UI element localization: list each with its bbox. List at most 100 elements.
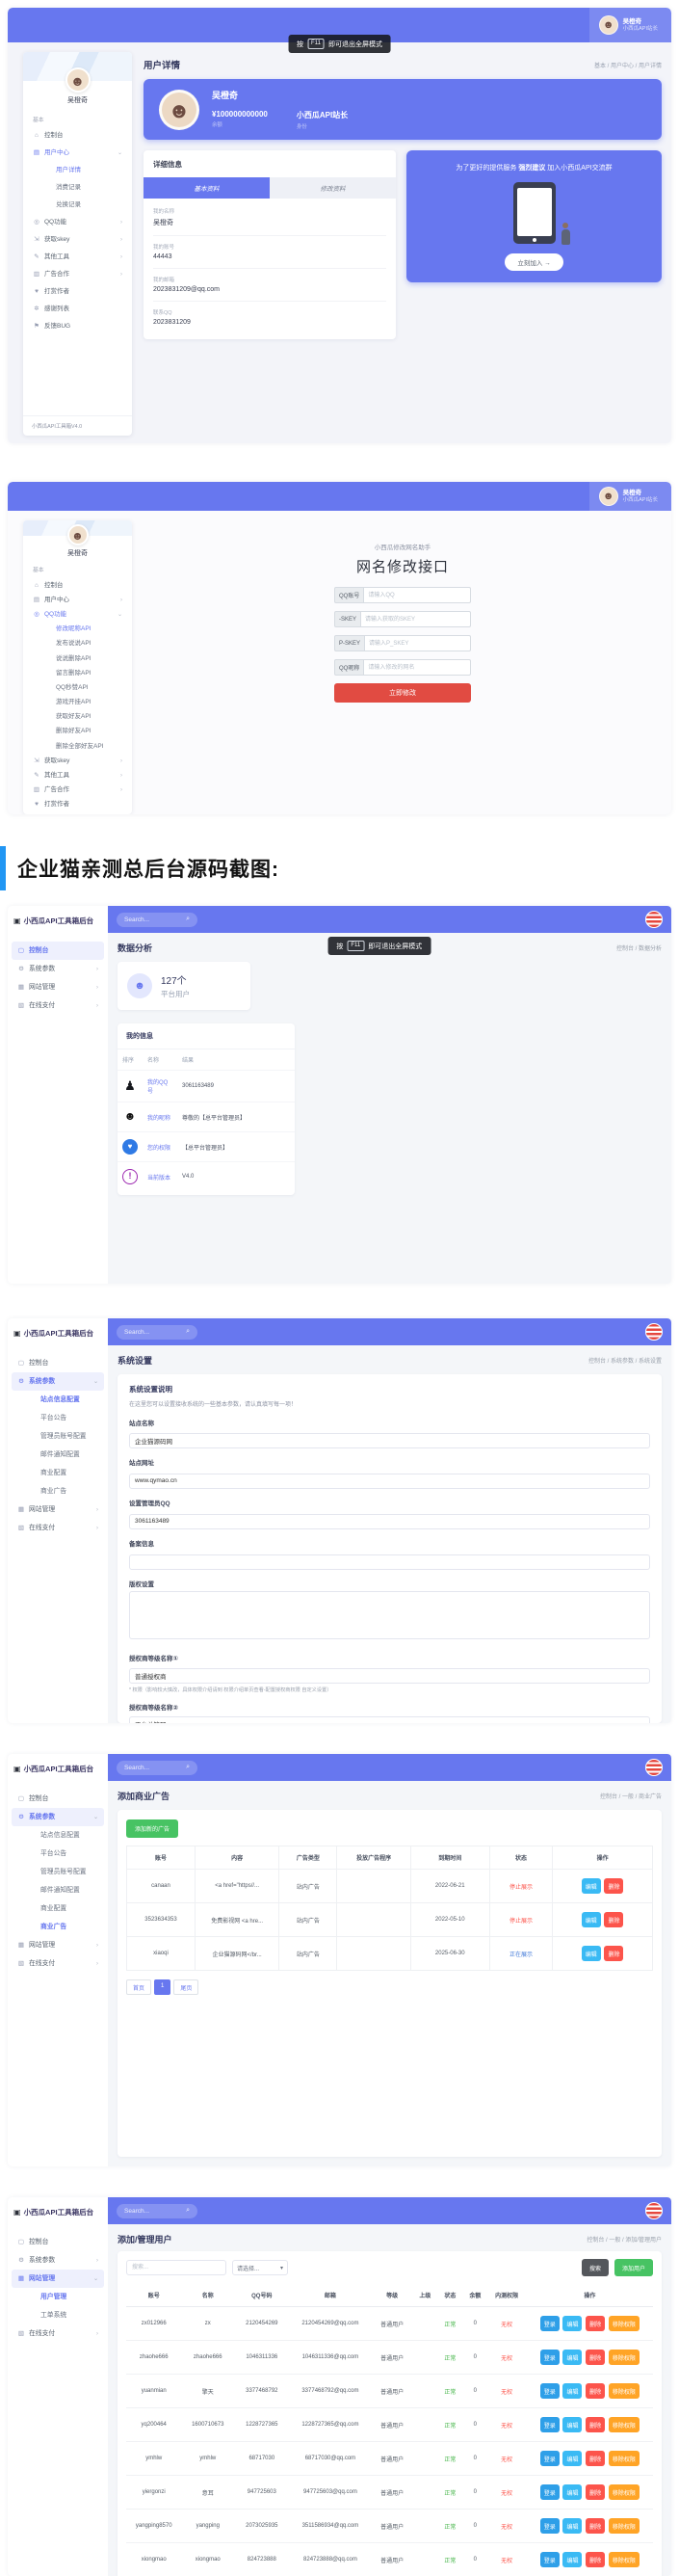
sidebar-item[interactable]: ♥ 打赏作者 bbox=[23, 798, 132, 812]
admin-menu-item[interactable]: 站点信息配置 bbox=[12, 1391, 104, 1409]
sidebar-item[interactable]: ✎ 其他工具 › bbox=[23, 768, 132, 783]
sidebar-item[interactable]: 消费记录 bbox=[23, 179, 132, 197]
sidebar-item[interactable]: 游戏开挂API bbox=[23, 696, 132, 710]
tab-edit-info[interactable]: 修改资料 bbox=[270, 177, 396, 199]
breadcrumb[interactable]: 控制台 / 一般 / 添加/管理用户 bbox=[587, 2235, 662, 2244]
revoke-permission-button[interactable]: 移除权限 bbox=[609, 2484, 640, 2500]
form-text-input[interactable] bbox=[363, 659, 471, 676]
edit-button[interactable]: 编辑 bbox=[582, 1946, 601, 1961]
sidebar-item[interactable]: ▥ 广告合作 › bbox=[23, 783, 132, 798]
login-button[interactable]: 登录 bbox=[540, 2451, 560, 2466]
tab-basic-info[interactable]: 基本资料 bbox=[144, 177, 270, 199]
admin-menu-item[interactable]: ⚙ 系统参数 ⌄ bbox=[12, 1372, 104, 1391]
admin-menu-item[interactable]: 用户管理 bbox=[12, 2288, 104, 2306]
form-text-input[interactable] bbox=[360, 611, 471, 627]
site-name-input[interactable] bbox=[129, 1433, 650, 1448]
sidebar-item[interactable]: ▤ 用户中心 ⌄ bbox=[23, 145, 132, 162]
edit-button[interactable]: 编辑 bbox=[562, 2316, 582, 2331]
delete-button[interactable]: 删除 bbox=[586, 2552, 605, 2567]
sidebar-item[interactable]: QQ秒赞API bbox=[23, 680, 132, 695]
form-text-input[interactable] bbox=[363, 587, 471, 603]
admin-menu-item[interactable]: ▦ 网站管理 › bbox=[12, 1500, 104, 1519]
sidebar-item[interactable]: 发布说说API bbox=[23, 637, 132, 651]
admin-menu-item[interactable]: 站点信息配置 bbox=[12, 1826, 104, 1845]
login-button[interactable]: 登录 bbox=[540, 2383, 560, 2399]
revoke-permission-button[interactable]: 移除权限 bbox=[609, 2350, 640, 2365]
sidebar-item[interactable]: 基本 bbox=[23, 564, 132, 578]
revoke-permission-button[interactable]: 移除权限 bbox=[609, 2417, 640, 2432]
search-input[interactable]: Search... ⌕ bbox=[117, 913, 197, 927]
add-user-button[interactable]: 添加用户 bbox=[614, 2259, 653, 2276]
admin-menu-item[interactable]: 管理员账号配置 bbox=[12, 1863, 104, 1881]
breadcrumb[interactable]: 控制台 / 系统参数 / 系统设置 bbox=[588, 1356, 662, 1365]
revoke-permission-button[interactable]: 移除权限 bbox=[609, 2383, 640, 2399]
row-name-link[interactable]: 我的QQ号 bbox=[147, 1080, 168, 1095]
navbar-user-menu[interactable]: ☻ 吴橙奇 小西瓜API站长 bbox=[589, 8, 671, 42]
copyright-textarea[interactable] bbox=[129, 1591, 650, 1639]
sidebar-item[interactable]: ◎ QQ功能 › bbox=[23, 214, 132, 231]
admin-qq-input[interactable] bbox=[129, 1514, 650, 1529]
delete-button[interactable]: 删除 bbox=[586, 2417, 605, 2432]
sidebar-item[interactable]: 说说删除API bbox=[23, 651, 132, 666]
admin-logo[interactable]: ▣ 小西瓜API工具箱后台 bbox=[8, 2197, 108, 2226]
login-button[interactable]: 登录 bbox=[540, 2552, 560, 2567]
admin-avatar[interactable] bbox=[645, 1323, 663, 1341]
admin-menu-item[interactable]: 邮件通知配置 bbox=[12, 1881, 104, 1899]
delete-button[interactable]: 删除 bbox=[604, 1878, 623, 1894]
sidebar-item[interactable]: ⌂ 控制台 bbox=[23, 578, 132, 593]
sidebar-item[interactable]: 删除好友API bbox=[23, 725, 132, 739]
admin-menu-item[interactable]: ⚙ 系统参数 ⌄ bbox=[12, 1808, 104, 1826]
admin-logo[interactable]: ▣ 小西瓜API工具箱后台 bbox=[8, 906, 108, 935]
login-button[interactable]: 登录 bbox=[540, 2350, 560, 2365]
edit-button[interactable]: 编辑 bbox=[582, 1912, 601, 1927]
admin-avatar[interactable] bbox=[645, 1759, 663, 1776]
breadcrumb[interactable]: 基本 / 用户中心 / 用户详情 bbox=[594, 61, 662, 69]
admin-menu-item[interactable]: ▢ 控制台 bbox=[12, 1354, 104, 1372]
delete-button[interactable]: 删除 bbox=[586, 2451, 605, 2466]
sidebar-item[interactable]: ▤ 用户中心 › bbox=[23, 593, 132, 607]
sidebar-item[interactable]: ⇲ 获取skey › bbox=[23, 754, 132, 768]
admin-avatar[interactable] bbox=[645, 2202, 663, 2219]
admin-menu-item[interactable]: ▦ 网站管理 › bbox=[12, 1936, 104, 1954]
delete-button[interactable]: 删除 bbox=[586, 2383, 605, 2399]
pager-first[interactable]: 首页 bbox=[126, 1979, 151, 1995]
admin-menu-item[interactable]: ▧ 在线支付 › bbox=[12, 1519, 104, 1537]
form-text-input[interactable] bbox=[364, 635, 471, 651]
admin-menu-item[interactable]: ▦ 网站管理 ⌄ bbox=[12, 2270, 104, 2288]
admin-menu-item[interactable]: ▧ 在线支付 › bbox=[12, 1954, 104, 1973]
edit-button[interactable]: 编辑 bbox=[562, 2350, 582, 2365]
admin-menu-item[interactable]: 平台公告 bbox=[12, 1409, 104, 1427]
pager-current[interactable]: 1 bbox=[154, 1979, 170, 1995]
sidebar-item[interactable]: ✎ 其他工具 › bbox=[23, 249, 132, 266]
edit-button[interactable]: 编辑 bbox=[562, 2518, 582, 2534]
search-input[interactable]: Search... ⌕ bbox=[117, 1761, 197, 1775]
sidebar-item[interactable]: 基本 bbox=[23, 111, 132, 127]
admin-menu-item[interactable]: 商业配置 bbox=[12, 1899, 104, 1918]
sidebar-item[interactable]: ▥ 广告合作 › bbox=[23, 266, 132, 283]
delete-button[interactable]: 删除 bbox=[586, 2316, 605, 2331]
login-button[interactable]: 登录 bbox=[540, 2518, 560, 2534]
breadcrumb[interactable]: 控制台 / 一般 / 商业广告 bbox=[600, 1792, 662, 1800]
edit-button[interactable]: 编辑 bbox=[562, 2383, 582, 2399]
admin-menu-item[interactable]: ▢ 控制台 bbox=[12, 1790, 104, 1808]
delete-button[interactable]: 删除 bbox=[586, 2350, 605, 2365]
filter-select[interactable]: 请选择... ▾ bbox=[232, 2260, 288, 2275]
sidebar-item[interactable]: 获取好友API bbox=[23, 710, 132, 725]
admin-menu-item[interactable]: ▢ 控制台 bbox=[12, 2233, 104, 2251]
admin-menu-item[interactable]: 邮件通知配置 bbox=[12, 1446, 104, 1464]
level2-input[interactable] bbox=[129, 1716, 650, 1723]
sidebar-item[interactable]: 修改昵称API bbox=[23, 623, 132, 637]
edit-button[interactable]: 编辑 bbox=[582, 1878, 601, 1894]
sidebar-item[interactable]: ♥ 打赏作者 bbox=[23, 283, 132, 301]
sidebar-item[interactable]: ⌂ 控制台 bbox=[23, 127, 132, 145]
delete-button[interactable]: 删除 bbox=[604, 1912, 623, 1927]
admin-menu-item[interactable]: ▧ 在线支付 › bbox=[12, 2324, 104, 2343]
sidebar-item[interactable]: 兑换记录 bbox=[23, 197, 132, 214]
level1-input[interactable] bbox=[129, 1668, 650, 1684]
sidebar-item[interactable]: 删除全部好友API bbox=[23, 739, 132, 754]
pager-last[interactable]: 尾页 bbox=[173, 1979, 198, 1995]
login-button[interactable]: 登录 bbox=[540, 2417, 560, 2432]
beian-input[interactable] bbox=[129, 1554, 650, 1570]
site-url-input[interactable] bbox=[129, 1474, 650, 1489]
delete-button[interactable]: 删除 bbox=[586, 2484, 605, 2500]
